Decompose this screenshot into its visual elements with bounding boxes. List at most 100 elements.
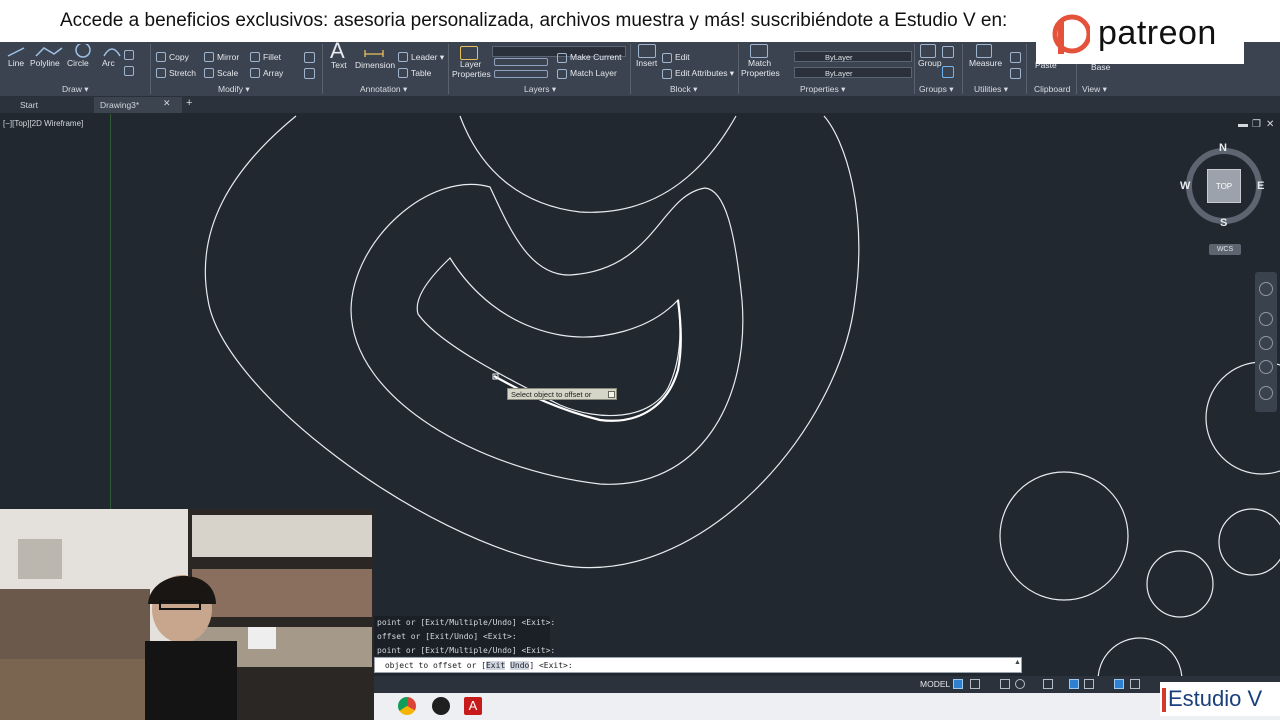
undo-option[interactable]: Undo — [510, 661, 530, 670]
rectangle-icon[interactable] — [124, 50, 134, 60]
steering-wheel-icon[interactable] — [1259, 282, 1273, 296]
mirror-button[interactable]: Mirror — [217, 52, 239, 62]
utility-icon[interactable] — [1010, 52, 1021, 63]
circle-button[interactable]: Circle — [67, 58, 89, 68]
lineweight-dropdown[interactable]: ByLayer — [794, 67, 912, 78]
make-current-icon — [557, 53, 567, 63]
draw-panel-title[interactable]: Draw ▾ — [62, 84, 88, 95]
showmotion-icon[interactable] — [1259, 386, 1273, 400]
offset-icon[interactable] — [304, 68, 315, 79]
model-space-button[interactable]: MODEL — [916, 677, 954, 691]
zoom-icon[interactable] — [1259, 336, 1273, 350]
selection-cycling-icon[interactable] — [1069, 679, 1079, 689]
panel-divider — [448, 44, 449, 94]
properties-panel-title[interactable]: Properties ▾ — [800, 84, 845, 95]
group-icon — [920, 44, 936, 58]
viewcube-south[interactable]: S — [1220, 217, 1227, 229]
match-layer-button[interactable]: Match Layer — [570, 68, 617, 78]
dimension-icon — [364, 50, 384, 57]
linetype-value: ByLayer — [825, 53, 853, 62]
scale-button[interactable]: Scale — [217, 68, 238, 78]
annotation-panel-title[interactable]: Annotation ▾ — [360, 84, 407, 95]
fillet-button[interactable]: Fillet — [263, 52, 281, 62]
match-properties-icon — [750, 44, 768, 58]
close-tab-icon[interactable]: ✕ — [163, 98, 171, 109]
viewcube-north[interactable]: N — [1219, 142, 1227, 154]
viewcube-east[interactable]: E — [1257, 180, 1264, 192]
promo-text: Accede a beneficios exclusivos: asesoria… — [60, 10, 1008, 31]
line-button[interactable]: Line — [8, 58, 24, 68]
copy-button[interactable]: Copy — [169, 52, 189, 62]
layer-tools-row2-icon[interactable] — [494, 70, 548, 78]
webcam-video — [0, 509, 374, 720]
measure-icon — [976, 44, 992, 58]
command-history-toggle-icon[interactable]: ▲ — [1014, 659, 1021, 666]
polyline-button[interactable]: Polyline — [30, 58, 60, 68]
scale-icon — [204, 68, 214, 78]
array-button[interactable]: Array — [263, 68, 283, 78]
layer-properties-label-1[interactable]: Layer — [460, 59, 481, 69]
groups-panel-title[interactable]: Groups ▾ — [919, 84, 954, 95]
view-panel-title[interactable]: View ▾ — [1082, 84, 1107, 95]
ungroup-icon[interactable] — [942, 46, 954, 58]
new-tab-icon[interactable]: + — [186, 97, 192, 109]
circle-bottom — [1097, 637, 1183, 676]
tooltip-input-icon — [608, 391, 615, 398]
ortho-icon[interactable] — [1000, 679, 1010, 689]
calculator-icon[interactable] — [1010, 68, 1021, 79]
circle-large — [999, 471, 1129, 601]
move-icon[interactable] — [304, 52, 315, 63]
pan-icon[interactable] — [1259, 312, 1273, 326]
linetype-dropdown[interactable]: ByLayer — [794, 51, 912, 62]
orbit-icon[interactable] — [1259, 360, 1273, 374]
hatch-icon[interactable] — [124, 66, 134, 76]
annotation-scale-icon[interactable] — [1114, 679, 1124, 689]
edit-block-button[interactable]: Edit — [675, 52, 690, 62]
clipboard-panel-title[interactable]: Clipboard — [1034, 84, 1070, 94]
tooltip-text: Select object to offset or — [511, 390, 592, 399]
measure-button[interactable]: Measure — [969, 58, 1002, 68]
polar-icon[interactable] — [1015, 679, 1025, 689]
osnap-icon[interactable] — [1043, 679, 1053, 689]
grid-icon[interactable] — [953, 679, 963, 689]
table-button[interactable]: Table — [411, 68, 431, 78]
viewcube-west[interactable]: W — [1180, 180, 1190, 192]
obs-icon[interactable] — [432, 697, 450, 715]
command-history-line-3: point or [Exit/Multiple/Undo] <Exit>: — [377, 646, 556, 655]
dimension-button[interactable]: Dimension — [355, 60, 395, 70]
block-panel-title[interactable]: Block ▾ — [670, 84, 697, 95]
insert-icon — [638, 44, 656, 58]
exit-option[interactable]: Exit — [485, 661, 506, 670]
insert-button[interactable]: Insert — [636, 58, 657, 68]
annotation-visibility-icon[interactable] — [1130, 679, 1140, 689]
outer-blob-curve — [204, 115, 860, 569]
command-prompt-suffix: ] <Exit>: — [529, 661, 573, 670]
layer-properties-label-2[interactable]: Properties — [452, 69, 491, 79]
utilities-panel-title[interactable]: Utilities ▾ — [974, 84, 1008, 95]
panel-divider — [150, 44, 151, 94]
command-prompt: object to offset or [Exit Undo] <Exit>: — [380, 661, 573, 670]
snap-icon[interactable] — [970, 679, 980, 689]
autocad-icon[interactable]: A — [464, 697, 482, 715]
layers-panel-title[interactable]: Layers ▾ — [524, 84, 556, 95]
arc-button[interactable]: Arc — [102, 58, 115, 68]
viewcube-top-face[interactable]: TOP — [1207, 169, 1241, 203]
make-current-button[interactable]: Make Current — [570, 52, 622, 62]
group-button[interactable]: Group — [918, 58, 942, 68]
match-properties-label-1[interactable]: Match — [748, 58, 771, 68]
edit-attributes-button[interactable]: Edit Attributes ▾ — [675, 68, 734, 79]
text-button[interactable]: Text — [331, 60, 347, 70]
group-selection-icon[interactable] — [942, 66, 954, 78]
panel-divider — [322, 44, 323, 94]
tab-start[interactable]: Start — [14, 97, 44, 113]
stretch-button[interactable]: Stretch — [169, 68, 196, 78]
layer-tools-row1-icon[interactable] — [494, 58, 548, 66]
chrome-icon[interactable] — [398, 697, 416, 715]
match-properties-label-2[interactable]: Properties — [741, 68, 780, 78]
modify-panel-title[interactable]: Modify ▾ — [218, 84, 250, 95]
leader-button[interactable]: Leader ▾ — [411, 52, 444, 63]
inner-blob-curve — [350, 183, 744, 485]
wcs-menu[interactable]: WCS — [1209, 244, 1241, 255]
lineweight-icon[interactable] — [1084, 679, 1094, 689]
panel-divider — [630, 44, 631, 94]
